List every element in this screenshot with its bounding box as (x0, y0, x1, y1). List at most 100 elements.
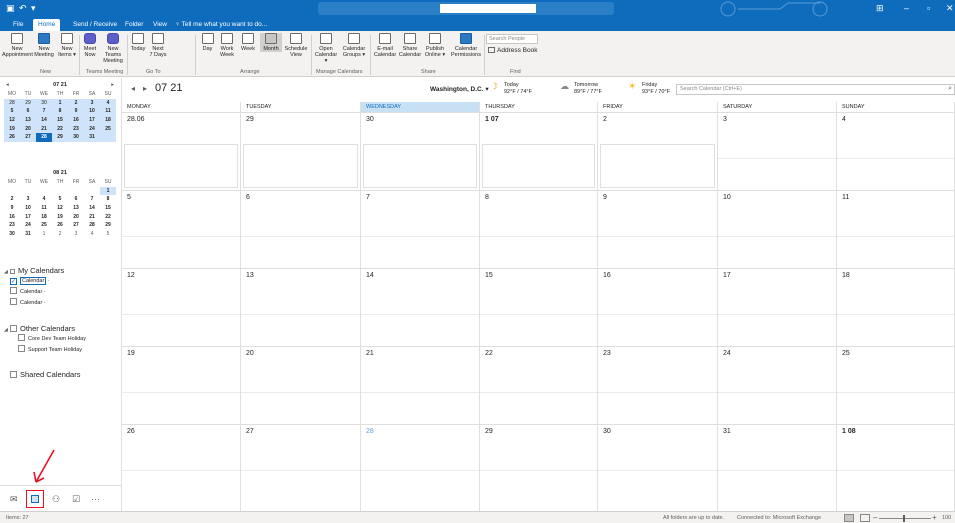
undo-icon[interactable]: ↶ (19, 3, 27, 14)
mail-icon[interactable]: ✉ (10, 494, 18, 505)
zoom-out-icon[interactable]: – (873, 513, 877, 522)
mini-calendar-day[interactable]: 28 (36, 133, 52, 143)
day-cell[interactable]: 30 (598, 425, 718, 512)
mini-calendar-day[interactable]: 13 (68, 204, 84, 213)
mini-calendar-day[interactable]: 18 (100, 116, 116, 125)
mini-calendar-day[interactable]: 16 (68, 116, 84, 125)
week-view-button[interactable]: Week (239, 33, 257, 52)
checkbox[interactable] (10, 287, 17, 294)
mini-calendar-day[interactable]: 3 (84, 98, 100, 108)
group-checkbox[interactable] (10, 269, 15, 274)
day-cell[interactable]: 1 07 (480, 113, 598, 190)
day-cell[interactable]: 1 08 (837, 425, 955, 512)
mini-calendar-day[interactable]: 17 (84, 116, 100, 125)
tell-me-box[interactable]: ♀ Tell me what you want to do... (170, 19, 272, 31)
address-book-button[interactable]: Address Book (488, 47, 537, 54)
tab-file[interactable]: File (8, 19, 28, 31)
people-icon[interactable]: ⚇ (52, 494, 60, 505)
day-cell[interactable]: 2 (598, 113, 718, 190)
checkbox[interactable] (10, 278, 17, 285)
day-cell[interactable]: 21 (361, 347, 480, 424)
mini-calendar-day[interactable]: 18 (36, 213, 52, 222)
title-search-input[interactable] (440, 4, 536, 13)
calendar-groups-button[interactable]: Calendar Groups ▾ (340, 33, 368, 58)
mini-calendar-day[interactable]: 9 (4, 204, 20, 213)
my-calendars-header[interactable]: ◢ My Calendars (4, 265, 64, 276)
day-cell[interactable]: 8 (480, 191, 598, 268)
mini-calendar-day[interactable]: 21 (84, 213, 100, 222)
group-checkbox[interactable] (10, 371, 17, 378)
mini-calendar-day[interactable]: 8 (52, 107, 68, 117)
work-week-view-button[interactable]: Work Week (218, 33, 236, 58)
calendar-item[interactable]: Calendar · (4, 298, 64, 309)
save-icon[interactable]: ▣ (6, 3, 15, 14)
prev-month-icon[interactable]: ◂ (6, 80, 9, 90)
checkbox[interactable] (10, 298, 17, 305)
mini-calendar-day[interactable]: 28 (4, 98, 20, 108)
mini-calendar-day[interactable]: 27 (68, 221, 84, 230)
day-cell[interactable]: 19 (122, 347, 241, 424)
publish-online-button[interactable]: Publish Online ▾ (423, 33, 447, 58)
next-month-icon[interactable]: ▸ (111, 80, 114, 90)
day-cell[interactable]: 31 (718, 425, 837, 512)
mini-calendar-day[interactable]: 26 (4, 133, 20, 143)
search-people-input[interactable]: Search People (486, 34, 538, 44)
new-teams-meeting-button[interactable]: New Teams Meeting (101, 33, 125, 64)
tab-send-receive[interactable]: Send / Receive (68, 19, 122, 31)
day-cell[interactable]: 18 (837, 269, 955, 346)
mini-calendar-day[interactable]: 8 (100, 195, 116, 204)
search-icon[interactable]: ⌕ (948, 85, 952, 93)
zoom-slider-thumb[interactable] (903, 515, 905, 522)
tasks-icon[interactable]: ☑ (72, 494, 80, 505)
mini-calendar-day[interactable]: 12 (52, 204, 68, 213)
calendar-item[interactable]: Calendar · (4, 276, 64, 287)
schedule-view-button[interactable]: Schedule View (283, 33, 309, 58)
mini-calendar-day[interactable]: 15 (52, 116, 68, 125)
mini-calendar-day[interactable]: 11 (100, 107, 116, 117)
mini-calendar-day[interactable]: 5 (100, 230, 116, 239)
day-cell[interactable]: 20 (241, 347, 361, 424)
ribbon-display-icon[interactable]: ⊞ (876, 3, 884, 14)
mini-calendar-day[interactable]: 16 (4, 213, 20, 222)
mini-calendar-day[interactable]: 21 (36, 124, 52, 134)
prev-period-icon[interactable]: ◂ (131, 84, 135, 93)
shared-calendars-header[interactable]: Shared Calendars (4, 369, 80, 380)
mini-calendar-day[interactable]: 26 (52, 221, 68, 230)
checkbox[interactable] (18, 334, 25, 341)
close-icon[interactable]: ✕ (946, 3, 954, 14)
weather-location[interactable]: Washington, D.C. ▾ (430, 85, 489, 93)
share-calendar-button[interactable]: Share Calendar (398, 33, 422, 58)
day-cell[interactable]: 16 (598, 269, 718, 346)
mini-calendar-day[interactable]: 23 (68, 124, 84, 134)
tab-home[interactable]: Home (33, 19, 61, 31)
mini-calendar-day[interactable]: 25 (100, 124, 116, 134)
mini-calendar-day[interactable]: 30 (36, 98, 52, 108)
mini-calendar-day[interactable]: 31 (20, 230, 36, 239)
calendar-item[interactable]: Calendar · (4, 287, 64, 298)
mini-calendar-day[interactable]: 11 (36, 204, 52, 213)
calendar-item[interactable]: Support Team Holiday (4, 345, 86, 356)
day-cell[interactable]: 12 (122, 269, 241, 346)
mini-calendar-day[interactable]: 14 (84, 204, 100, 213)
checkbox[interactable] (18, 345, 25, 352)
day-cell[interactable]: 23 (598, 347, 718, 424)
day-view-button[interactable]: Day (200, 33, 215, 52)
mini-calendar-day[interactable]: 5 (4, 107, 20, 117)
day-cell[interactable]: 28.06 (122, 113, 241, 190)
mini-calendar-day[interactable]: 19 (4, 124, 20, 134)
day-cell[interactable]: 26 (122, 425, 241, 512)
day-cell[interactable]: 13 (241, 269, 361, 346)
calendar-item[interactable]: Core Dev Team Holiday (4, 334, 86, 345)
reading-view-icon[interactable] (860, 514, 870, 522)
mini-calendar-day[interactable]: 31 (84, 133, 100, 143)
day-cell[interactable]: 24 (718, 347, 837, 424)
mini-calendar-day[interactable]: 12 (4, 116, 20, 125)
mini-calendar-day[interactable]: 29 (52, 133, 68, 143)
day-cell[interactable]: 11 (837, 191, 955, 268)
day-cell[interactable]: 17 (718, 269, 837, 346)
mini-calendar-day[interactable]: 29 (100, 221, 116, 230)
day-cell[interactable]: 7 (361, 191, 480, 268)
mini-calendar-day[interactable]: 4 (84, 230, 100, 239)
next-7-days-button[interactable]: Next 7 Days (148, 33, 168, 58)
mini-calendar-day[interactable]: 20 (20, 124, 36, 134)
